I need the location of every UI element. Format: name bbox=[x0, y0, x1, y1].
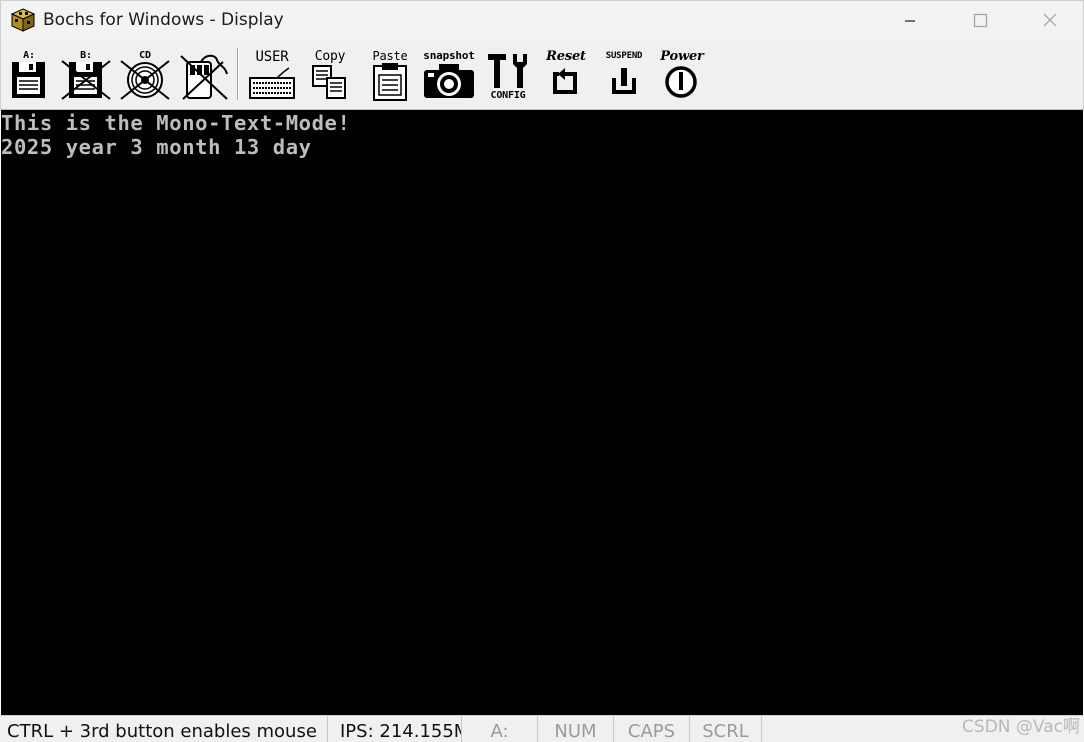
config-button[interactable]: CONFIG bbox=[485, 44, 531, 106]
status-caps-lock: CAPS bbox=[614, 716, 690, 742]
floppy-b-button[interactable]: B: bbox=[61, 44, 111, 106]
status-ips: IPS: 214.155M bbox=[328, 716, 462, 742]
emulator-display[interactable]: This is the Mono-Text-Mode! 2025 year 3 … bbox=[1, 110, 1083, 715]
screen-line-2: 2025 year 3 month 13 day bbox=[1, 135, 312, 159]
reset-button[interactable]: Reset bbox=[541, 44, 591, 106]
minimize-icon bbox=[905, 20, 915, 22]
status-mouse-hint: CTRL + 3rd button enables mouse bbox=[0, 716, 328, 742]
cdrom-button[interactable]: CD bbox=[119, 44, 171, 106]
floppy-a-button[interactable]: A: bbox=[9, 44, 49, 106]
suspend-button[interactable]: SUSPEND bbox=[599, 44, 649, 106]
paste-button[interactable]: Paste bbox=[367, 44, 413, 106]
status-drive-indicator: A: bbox=[462, 716, 538, 742]
suspend-label: SUSPEND bbox=[605, 51, 643, 61]
suspend-icon bbox=[612, 68, 636, 94]
status-bar: CTRL + 3rd button enables mouse IPS: 214… bbox=[0, 715, 1084, 742]
close-icon bbox=[1043, 13, 1057, 27]
toolbar-separator bbox=[237, 48, 239, 100]
copy-button[interactable]: Copy bbox=[307, 44, 353, 106]
power-label: Power bbox=[660, 49, 704, 64]
paste-icon bbox=[373, 63, 407, 101]
minimize-button[interactable] bbox=[875, 1, 945, 41]
reset-icon bbox=[553, 68, 577, 94]
close-button[interactable] bbox=[1015, 1, 1084, 41]
maximize-button[interactable] bbox=[945, 1, 1015, 41]
config-tools-icon bbox=[488, 54, 527, 88]
config-label: CONFIG bbox=[490, 90, 526, 101]
floppy-disk-icon bbox=[12, 62, 45, 98]
screen-line-1: This is the Mono-Text-Mode! bbox=[1, 111, 351, 135]
reset-label: Reset bbox=[546, 49, 586, 64]
user-label: USER bbox=[255, 49, 289, 65]
copy-icon bbox=[312, 65, 346, 99]
title-bar[interactable]: Bochs for Windows - Display bbox=[0, 0, 1084, 40]
status-scroll-lock: SCRL bbox=[690, 716, 762, 742]
power-button[interactable]: Power bbox=[657, 44, 707, 106]
camera-icon bbox=[424, 64, 474, 98]
mouse-toggle-button[interactable] bbox=[179, 44, 229, 106]
paste-label: Paste bbox=[372, 49, 408, 63]
floppy-disk-disabled-icon bbox=[61, 60, 111, 100]
cdrom-disabled-icon bbox=[120, 60, 170, 100]
power-icon bbox=[665, 66, 697, 98]
keyboard-icon bbox=[249, 67, 295, 99]
maximize-icon bbox=[973, 13, 988, 28]
snapshot-label: snapshot bbox=[423, 49, 475, 62]
bochs-toolbar: A: B: CD USER Copy Paste snapshot CONFIG… bbox=[0, 40, 1084, 110]
bochs-app-icon bbox=[10, 8, 36, 32]
user-keyboard-button[interactable]: USER bbox=[247, 44, 297, 106]
copy-label: Copy bbox=[314, 49, 346, 64]
watermark: CSDN @Vac啊 bbox=[962, 717, 1080, 737]
snapshot-button[interactable]: snapshot bbox=[421, 44, 477, 106]
window-title: Bochs for Windows - Display bbox=[43, 10, 284, 30]
status-num-lock: NUM bbox=[538, 716, 614, 742]
mouse-disabled-icon bbox=[180, 54, 228, 100]
